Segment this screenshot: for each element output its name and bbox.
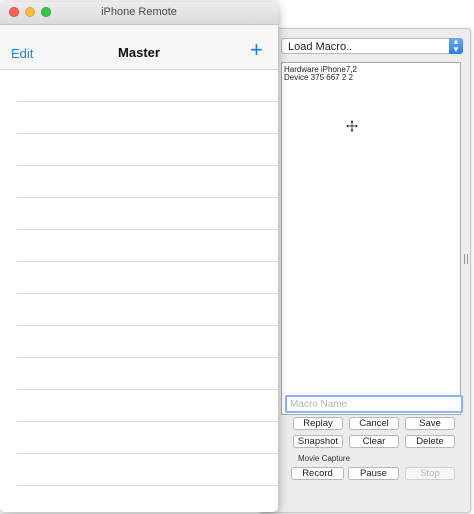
add-icon[interactable]: + [250,39,263,61]
table-row-separator [17,357,278,358]
cancel-button[interactable]: Cancel [349,417,399,430]
load-macro-dropdown[interactable]: Load Macro.. ▲ ▼ [281,38,463,54]
save-button[interactable]: Save [405,417,455,430]
table-row-separator [17,389,278,390]
nav-title: Master [118,45,160,60]
macro-log-area[interactable]: Hardware iPhone7,2 Device 375 667 2 2 [281,62,461,415]
table-row-separator [17,421,278,422]
clear-button[interactable]: Clear [349,435,399,448]
load-macro-selected: Load Macro.. [288,41,353,53]
table-row-separator [17,197,278,198]
log-line-device: Device 375 667 2 2 [284,73,353,82]
table-row-separator [17,261,278,262]
pause-button[interactable]: Pause [348,467,399,480]
split-resize-handle[interactable] [464,254,468,264]
replay-button[interactable]: Replay [293,417,343,430]
macro-panel: Load Macro.. ▲ ▼ Hardware iPhone7,2 Devic… [259,28,471,513]
iphone-remote-window: iPhone Remote Edit Master + [0,2,278,512]
table-row-separator [17,165,278,166]
window-title: iPhone Remote [101,6,177,18]
snapshot-button[interactable]: Snapshot [293,435,343,448]
table-row-separator [17,101,278,102]
movie-capture-label: Movie Capture [298,454,351,463]
delete-button[interactable]: Delete [405,435,455,448]
stop-button: Stop [405,467,455,480]
window-titlebar[interactable]: iPhone Remote [0,2,278,25]
table-row-separator [17,229,278,230]
ios-navigation-bar: Edit Master + [0,25,278,70]
table-row-separator [17,133,278,134]
table-row-separator [17,485,278,486]
record-button[interactable]: Record [291,467,344,480]
table-row-separator [17,453,278,454]
table-row-separator [17,293,278,294]
dropdown-chevron-icon[interactable]: ▲ ▼ [449,38,463,54]
table-row-separator [17,325,278,326]
move-cursor-icon [346,120,358,132]
macro-name-input[interactable] [285,395,463,413]
